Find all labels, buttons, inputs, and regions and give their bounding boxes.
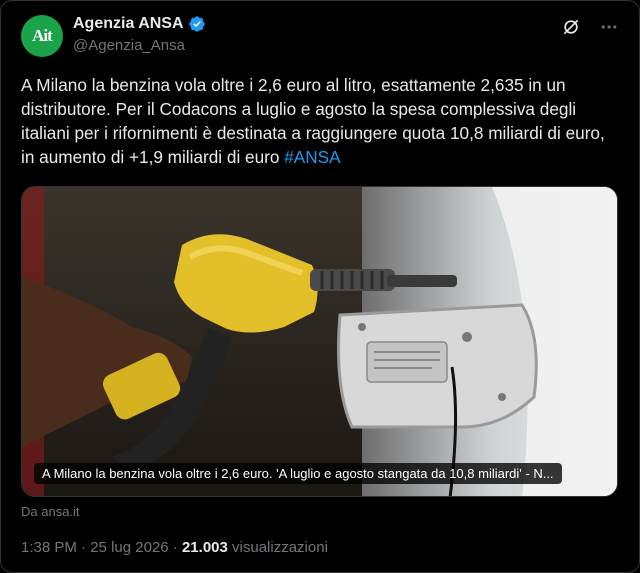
tweet-actions-top xyxy=(561,17,619,37)
link-preview-card[interactable]: A Milano la benzina vola oltre i 2,6 eur… xyxy=(21,186,618,497)
hashtag-link[interactable]: #ANSA xyxy=(284,147,340,167)
avatar-logo: Ait xyxy=(32,26,53,45)
tweet-time[interactable]: 1:38 PM xyxy=(21,539,77,556)
views-label: visualizzazioni xyxy=(232,539,328,556)
link-source[interactable]: Da ansa.it xyxy=(21,504,80,519)
grok-icon[interactable] xyxy=(561,17,581,37)
author-name-row[interactable]: Agenzia ANSA xyxy=(73,15,206,33)
tweet-meta: 1:38 PM · 25 lug 2026 · 21.003 visualizz… xyxy=(21,539,328,556)
avatar[interactable]: Ait xyxy=(21,15,63,57)
fuel-nozzle-photo xyxy=(22,187,617,496)
views-count: 21.003 xyxy=(181,539,228,556)
tweet-date[interactable]: 25 lug 2026 xyxy=(90,539,168,556)
author-handle[interactable]: @Agenzia_Ansa xyxy=(73,37,185,54)
tweet-text: A Milano la benzina vola oltre i 2,6 eur… xyxy=(21,73,621,169)
author-name[interactable]: Agenzia ANSA xyxy=(73,15,184,33)
verified-badge-icon xyxy=(188,16,205,32)
more-options-icon[interactable] xyxy=(599,17,619,37)
link-preview-title[interactable]: A Milano la benzina vola oltre i 2,6 eur… xyxy=(34,463,562,484)
tweet-card: Ait Agenzia ANSA @Agenzia_Ansa A Milano … xyxy=(0,0,640,573)
